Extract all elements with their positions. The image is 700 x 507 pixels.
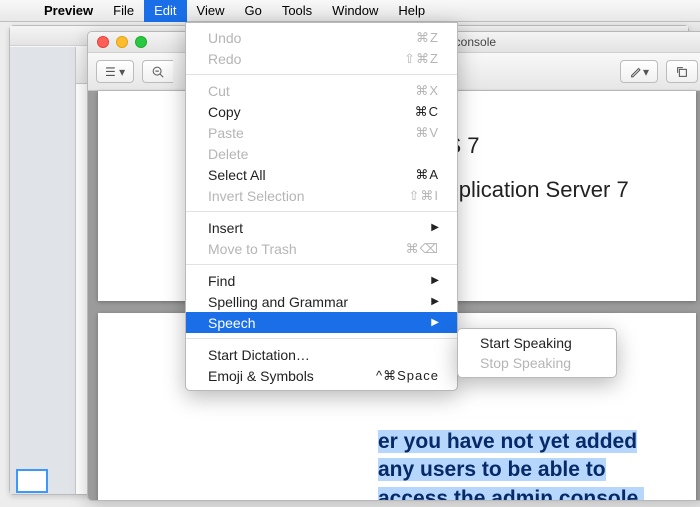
minimize-button[interactable]: [116, 36, 128, 48]
close-button[interactable]: [97, 36, 109, 48]
menu-invert-selection[interactable]: Invert Selection⇧⌘I: [186, 185, 457, 206]
menu-view[interactable]: View: [187, 0, 235, 22]
menu-spelling-grammar[interactable]: Spelling and Grammar▶: [186, 291, 457, 312]
menu-separator: [186, 74, 457, 75]
menu-stop-speaking[interactable]: Stop Speaking: [458, 353, 616, 373]
selected-text[interactable]: er you have not yet added any users to b…: [378, 430, 644, 501]
zoom-out-icon: [151, 65, 165, 79]
menu-help[interactable]: Help: [388, 0, 435, 22]
menu-find[interactable]: Find▶: [186, 270, 457, 291]
menu-edit[interactable]: Edit: [144, 0, 186, 22]
menu-start-speaking[interactable]: Start Speaking: [458, 333, 616, 353]
markup-button[interactable]: ▾: [620, 60, 658, 83]
submenu-arrow-icon: ▶: [431, 317, 439, 328]
speech-submenu: Start Speaking Stop Speaking: [457, 328, 617, 378]
submenu-arrow-icon: ▶: [431, 275, 439, 286]
view-mode-button[interactable]: ☰ ▾: [96, 60, 134, 83]
menu-file[interactable]: File: [103, 0, 144, 22]
menu-go[interactable]: Go: [234, 0, 271, 22]
menu-redo[interactable]: Redo⇧⌘Z: [186, 48, 457, 69]
pen-icon: [629, 65, 643, 79]
bg-thumbnail[interactable]: [16, 469, 48, 493]
submenu-arrow-icon: ▶: [431, 296, 439, 307]
window-controls: [88, 36, 156, 48]
menu-tools[interactable]: Tools: [272, 0, 322, 22]
app-menu[interactable]: Preview: [34, 0, 103, 22]
bg-sidebar: [10, 47, 76, 494]
menu-move-to-trash[interactable]: Move to Trash⌘⌫: [186, 238, 457, 259]
menu-emoji-symbols[interactable]: Emoji & Symbols^⌘Space: [186, 365, 457, 386]
menu-copy[interactable]: Copy⌘C: [186, 101, 457, 122]
edit-menu-dropdown: Undo⌘Z Redo⇧⌘Z Cut⌘X Copy⌘C Paste⌘V Dele…: [185, 22, 458, 391]
menu-select-all[interactable]: Select All⌘A: [186, 164, 457, 185]
rotate-button[interactable]: [666, 60, 698, 83]
menu-cut[interactable]: Cut⌘X: [186, 80, 457, 101]
menu-window[interactable]: Window: [322, 0, 388, 22]
submenu-arrow-icon: ▶: [431, 222, 439, 233]
menu-paste[interactable]: Paste⌘V: [186, 122, 457, 143]
menu-insert[interactable]: Insert▶: [186, 217, 457, 238]
menu-undo[interactable]: Undo⌘Z: [186, 27, 457, 48]
menubar: Preview File Edit View Go Tools Window H…: [0, 0, 700, 22]
menu-speech[interactable]: Speech▶: [186, 312, 457, 333]
menu-delete[interactable]: Delete: [186, 143, 457, 164]
zoom-button[interactable]: [135, 36, 147, 48]
menu-separator: [186, 211, 457, 212]
zoom-out-button[interactable]: [142, 60, 173, 83]
menu-separator: [186, 264, 457, 265]
menu-separator: [186, 338, 457, 339]
rotate-icon: [675, 65, 689, 79]
menu-start-dictation[interactable]: Start Dictation…: [186, 344, 457, 365]
